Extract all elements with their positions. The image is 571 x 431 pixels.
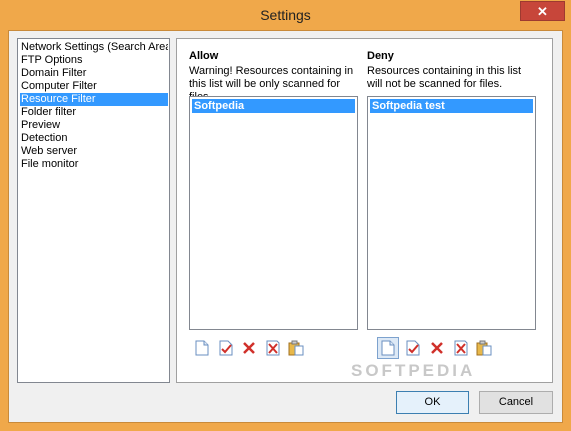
deny-add-button[interactable] (377, 337, 399, 359)
delete-x-icon (431, 342, 443, 354)
dialog-body: Network Settings (Search Area FTP Option… (8, 30, 563, 423)
clear-all-icon (266, 340, 280, 356)
edit-check-icon (219, 340, 233, 356)
deny-delete-button[interactable] (428, 339, 446, 357)
nav-item-computer-filter[interactable]: Computer Filter (20, 80, 168, 93)
close-button[interactable]: ✕ (520, 1, 565, 21)
nav-item-resource-filter[interactable]: Resource Filter (20, 93, 168, 106)
deny-description-line-2: will not be scanned for files. (367, 78, 503, 90)
allow-delete-button[interactable] (240, 339, 258, 357)
ok-button[interactable]: OK (396, 391, 469, 414)
allow-list-item[interactable]: Softpedia (192, 99, 355, 113)
paste-icon (476, 340, 492, 356)
deny-list[interactable]: Softpedia test (367, 96, 536, 330)
nav-item-folder-filter[interactable]: Folder filter (20, 106, 168, 119)
deny-description: Resources containing in this list will n… (367, 65, 542, 91)
allow-clear-button[interactable] (264, 339, 282, 357)
cancel-button[interactable]: Cancel (479, 391, 553, 414)
allow-edit-button[interactable] (217, 339, 235, 357)
allow-add-button[interactable] (193, 339, 211, 357)
watermark: SOFTPEDIA (351, 361, 476, 380)
title-bar[interactable]: Settings ✕ (0, 0, 571, 30)
allow-list[interactable]: Softpedia (189, 96, 358, 330)
new-document-icon (381, 340, 395, 356)
allow-paste-button[interactable] (287, 339, 305, 357)
close-icon: ✕ (537, 4, 548, 19)
deny-clear-button[interactable] (452, 339, 470, 357)
nav-item-ftp-options[interactable]: FTP Options (20, 54, 168, 67)
allow-title: Allow (189, 50, 219, 62)
nav-item-file-monitor[interactable]: File monitor (20, 158, 168, 171)
delete-x-icon (243, 342, 255, 354)
nav-item-detection[interactable]: Detection (20, 132, 168, 145)
resource-filter-panel: Allow Warning! Resources containing in t… (176, 38, 553, 383)
deny-title: Deny (367, 50, 394, 62)
deny-description-line-1: Resources containing in this list (367, 65, 522, 77)
allow-description-line-1: Warning! Resources containing in (189, 65, 354, 77)
deny-paste-button[interactable] (475, 339, 493, 357)
settings-window: Settings ✕ Network Settings (Search Area… (0, 0, 571, 431)
paste-icon (288, 340, 304, 356)
edit-check-icon (406, 340, 420, 356)
new-document-icon (195, 340, 209, 356)
deny-edit-button[interactable] (404, 339, 422, 357)
nav-item-domain-filter[interactable]: Domain Filter (20, 67, 168, 80)
clear-all-icon (454, 340, 468, 356)
window-title: Settings (260, 7, 311, 23)
nav-item-network-settings[interactable]: Network Settings (Search Area (20, 41, 168, 54)
nav-item-preview[interactable]: Preview (20, 119, 168, 132)
nav-item-web-server[interactable]: Web server (20, 145, 168, 158)
deny-list-item[interactable]: Softpedia test (370, 99, 533, 113)
settings-category-list[interactable]: Network Settings (Search Area FTP Option… (17, 38, 170, 383)
